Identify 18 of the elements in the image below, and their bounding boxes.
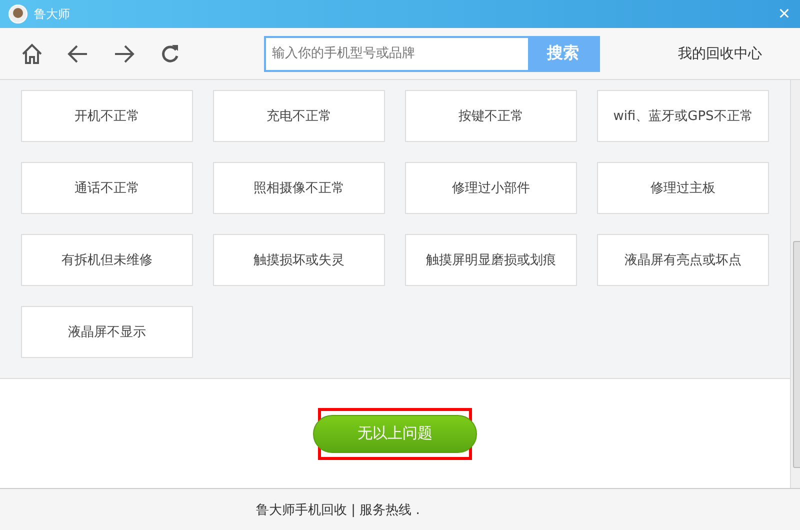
problem-option[interactable]: 开机不正常 [21,90,193,142]
problem-option[interactable]: wifi、蓝牙或GPS不正常 [597,90,769,142]
home-icon[interactable] [20,42,44,66]
problem-option[interactable]: 照相摄像不正常 [213,162,385,214]
problem-option[interactable]: 液晶屏不显示 [21,306,193,358]
problem-option[interactable]: 触摸屏明显磨损或划痕 [405,234,577,286]
avatar-icon [8,4,28,24]
problem-option[interactable]: 触摸损坏或失灵 [213,234,385,286]
problem-option[interactable]: 通话不正常 [21,162,193,214]
footer-text: 鲁大师手机回收 | 服务热线 . [256,502,420,518]
recycle-center-link[interactable]: 我的回收中心 [678,44,762,62]
problem-option[interactable]: 修理过主板 [597,162,769,214]
problem-option[interactable]: 有拆机但未维修 [21,234,193,286]
window-title: 鲁大师 [34,6,71,22]
problem-option[interactable]: 修理过小部件 [405,162,577,214]
problem-option[interactable]: 液晶屏有亮点或坏点 [597,234,769,286]
problem-option[interactable]: 充电不正常 [213,90,385,142]
problem-option[interactable]: 按键不正常 [405,90,577,142]
